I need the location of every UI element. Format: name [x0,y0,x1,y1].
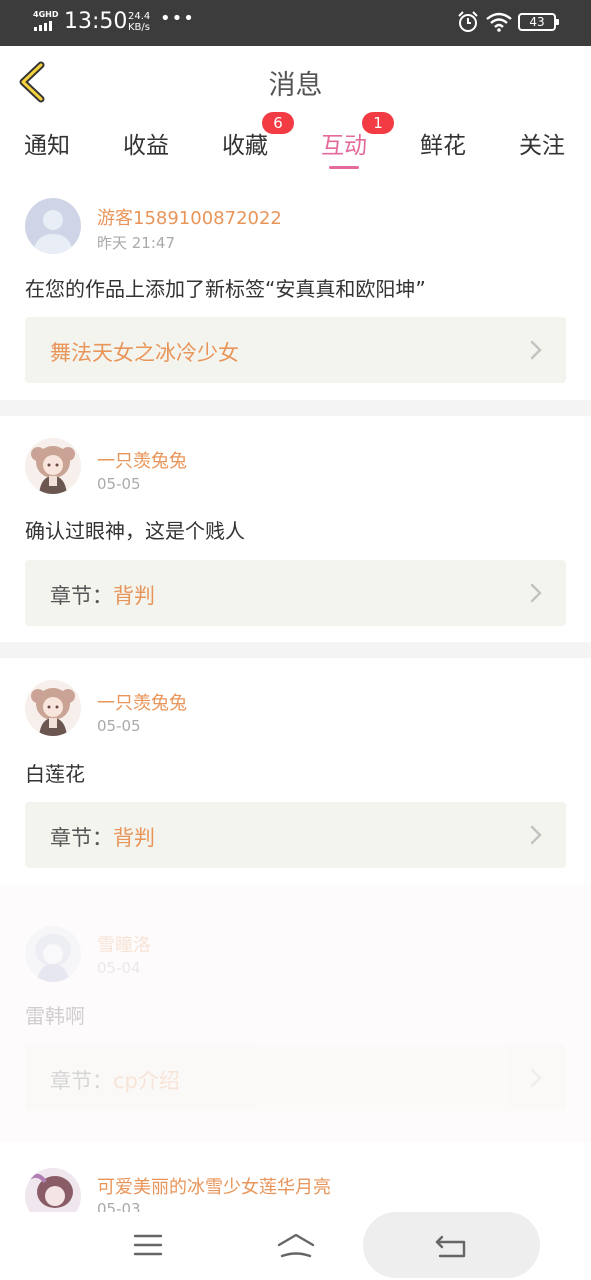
anime-girl-avatar[interactable] [25,438,81,494]
message-username[interactable]: 一只羡兔兔 [97,447,187,473]
tab-flowers[interactable]: 鲜花 [420,126,466,160]
chapter-title: cp介绍 [113,1069,180,1093]
snow-girl-avatar-image [25,926,81,982]
message-text: 确认过眼神，这是个贱人 [25,519,245,543]
tab-notifications[interactable]: 通知 [24,126,70,160]
message-username[interactable]: 一只羡兔兔 [97,689,187,715]
message-text: 在您的作品上添加了新标签“安真真和欧阳坤” [25,277,426,301]
message-username[interactable]: 游客1589100872022 [97,204,282,230]
chapter-reference[interactable]: 章节：cp介绍 [25,1045,566,1111]
header: 消息 [0,46,591,116]
wifi-icon [486,12,512,32]
signal-icon: 4GHD [33,10,59,32]
tab-interactions-label: 互动 [321,133,367,159]
chapter-reference[interactable]: 章节：背判 [25,560,566,626]
tab-earnings[interactable]: 收益 [123,126,169,160]
message-date: 05-04 [97,959,141,977]
home-icon[interactable] [276,1232,316,1260]
message-card: 一只羡兔兔 05-05 确认过眼神，这是个贱人 章节：背判 [0,416,591,642]
tab-interactions[interactable]: 互动 [321,126,367,169]
chapter-title: 背判 [113,584,155,608]
chevron-right-icon [530,1068,542,1088]
message-text: 雷韩啊 [25,1004,85,1028]
favorites-count-badge: 6 [262,112,294,134]
chapter-label: 章节： [50,826,113,850]
default-user-icon [33,210,73,254]
network-speed: 24.4 KB/s [128,11,150,33]
chevron-right-icon [530,825,542,845]
screen: 4GHD 13:50 24.4 KB/s ••• 43 消息 通知 收益 收藏 … [0,0,591,1280]
default-avatar[interactable] [25,198,81,254]
faded-message-content: 雪瞳洛 05-04 雷韩啊 章节：cp介绍 [0,884,591,1142]
alarm-icon [458,11,478,32]
work-reference[interactable]: 舞法天女之冰冷少女 [25,317,566,383]
system-nav-bar [0,1212,591,1280]
page-title: 消息 [268,70,323,101]
active-tab-indicator [329,166,359,169]
chapter-title: 背判 [113,826,155,850]
tab-follow[interactable]: 关注 [519,126,565,160]
message-date: 昨天 21:47 [97,234,175,252]
more-notifications-icon: ••• [160,8,195,29]
message-card: 一只羡兔兔 05-05 白莲花 章节：背判 [0,658,591,884]
work-title: 舞法天女之冰冷少女 [50,341,239,365]
network-type: 4GHD [33,10,59,19]
battery-icon: 43 [518,13,559,31]
anime-girl-avatar[interactable] [25,680,81,736]
tab-favorites[interactable]: 收藏 [222,126,268,160]
message-card: 可爱美丽的冰雪少女莲华月亮 05-03 [0,1142,591,1224]
anime-girl-avatar-image [25,438,81,494]
anime-girl-avatar-image [25,680,81,736]
speed-value: 24.4 [128,11,151,22]
chevron-right-icon [530,340,542,360]
message-date: 05-05 [97,475,141,493]
message-date: 05-05 [97,717,141,735]
message-username[interactable]: 雪瞳洛 [97,931,151,957]
back-icon[interactable] [434,1233,468,1259]
tab-bar: 通知 收益 收藏 互动 鲜花 关注 [0,116,591,176]
message-text: 白莲花 [25,762,85,786]
speed-unit: KB/s [128,22,150,33]
menu-icon[interactable] [133,1233,163,1257]
message-username[interactable]: 可爱美丽的冰雪少女莲华月亮 [97,1173,331,1199]
chapter-label: 章节： [50,1069,113,1093]
chapter-label: 章节： [50,584,113,608]
status-bar: 4GHD 13:50 24.4 KB/s ••• 43 [0,0,591,46]
chapter-reference[interactable]: 章节：背判 [25,802,566,868]
message-card: 雪瞳洛 05-04 雷韩啊 章节：cp介绍 [0,884,591,1142]
interactions-count-badge: 1 [362,112,394,134]
chevron-right-icon [530,583,542,603]
message-card: 游客1589100872022 昨天 21:47 在您的作品上添加了新标签“安真… [0,176,591,400]
status-time: 13:50 [64,9,128,34]
snow-girl-avatar[interactable] [25,926,81,982]
